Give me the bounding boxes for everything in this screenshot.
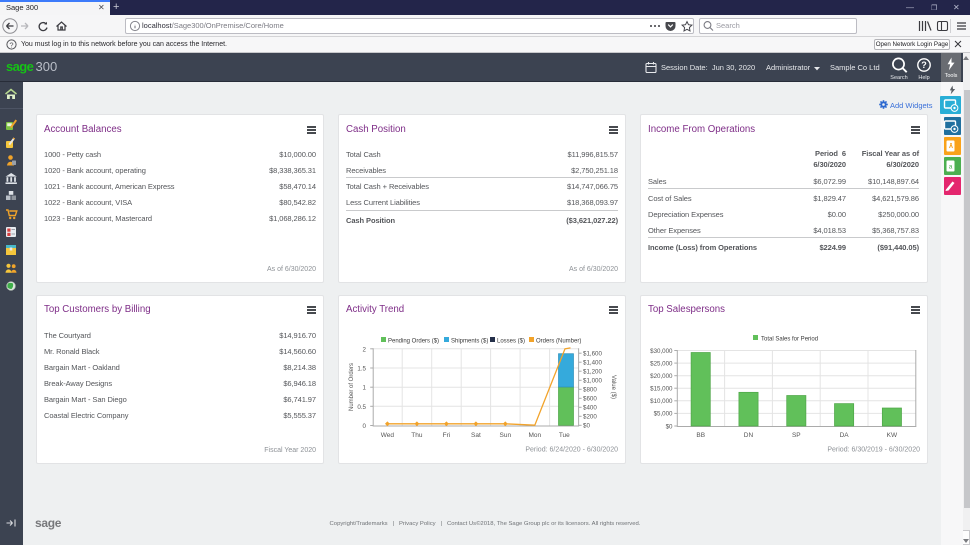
- svg-text:$1,000: $1,000: [583, 378, 602, 385]
- svg-text:DN: DN: [744, 432, 754, 439]
- svg-text:Number of Orders: Number of Orders: [349, 363, 355, 411]
- svg-text:Mon: Mon: [528, 432, 541, 439]
- svg-text:0: 0: [363, 423, 367, 430]
- svg-text:a: a: [949, 164, 953, 171]
- svg-text:$5,000: $5,000: [654, 411, 673, 418]
- svg-text:Pending Orders ($): Pending Orders ($): [388, 339, 439, 345]
- svg-text:$200: $200: [583, 414, 597, 421]
- svg-text:Losses ($): Losses ($): [497, 339, 525, 345]
- svg-text:$1,400: $1,400: [583, 360, 602, 367]
- svg-text:Orders (Number): Orders (Number): [536, 339, 581, 345]
- svg-text:$600: $600: [583, 396, 597, 403]
- svg-text:$15,000: $15,000: [650, 386, 673, 393]
- svg-text:$400: $400: [583, 405, 597, 412]
- svg-text:Sat: Sat: [471, 432, 481, 439]
- svg-text:SP: SP: [792, 432, 801, 439]
- svg-text:DA: DA: [840, 432, 850, 439]
- svg-text:$25,000: $25,000: [650, 361, 673, 368]
- svg-text:$1,600: $1,600: [583, 351, 602, 358]
- svg-text:$800: $800: [583, 387, 597, 394]
- svg-text:Value ($): Value ($): [610, 375, 616, 399]
- svg-text:Period: 6/30/2019 - 6/30/2020: Period: 6/30/2019 - 6/30/2020: [827, 447, 920, 454]
- svg-text:Tue: Tue: [559, 432, 570, 439]
- svg-text:Sun: Sun: [500, 432, 512, 439]
- svg-text:BB: BB: [696, 432, 705, 439]
- svg-text:?: ?: [9, 40, 13, 49]
- svg-text:Fri: Fri: [443, 432, 451, 439]
- svg-text:KW: KW: [887, 432, 898, 439]
- svg-text:Thu: Thu: [411, 432, 423, 439]
- svg-text:$0: $0: [583, 423, 590, 430]
- svg-text:?: ?: [921, 60, 927, 70]
- svg-text:0.5: 0.5: [357, 404, 366, 411]
- svg-text:1.5: 1.5: [357, 366, 366, 373]
- svg-text:$1,200: $1,200: [583, 369, 602, 376]
- svg-text:Wed: Wed: [381, 432, 395, 439]
- svg-text:2: 2: [363, 346, 367, 353]
- svg-text:1: 1: [363, 385, 367, 392]
- svg-text:$30,000: $30,000: [650, 348, 673, 355]
- svg-text:Period: 6/24/2020 - 6/30/2020: Period: 6/24/2020 - 6/30/2020: [525, 447, 618, 454]
- svg-text:$20,000: $20,000: [650, 373, 673, 380]
- svg-text:Shipments ($): Shipments ($): [451, 339, 488, 345]
- svg-text:Total Sales for Period: Total Sales for Period: [761, 337, 818, 343]
- svg-text:$0: $0: [666, 424, 673, 431]
- svg-text:$10,000: $10,000: [650, 398, 673, 405]
